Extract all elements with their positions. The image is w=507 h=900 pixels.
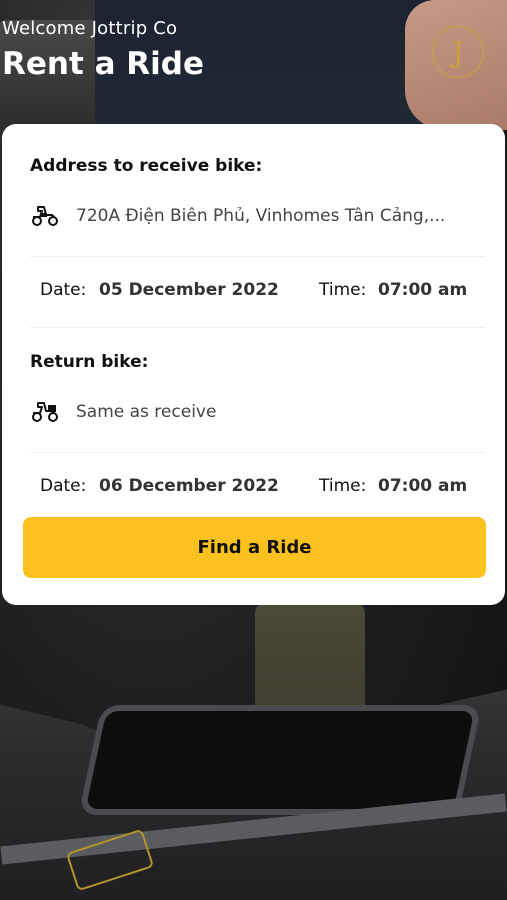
- receive-time-value[interactable]: 07:00 am: [378, 280, 467, 300]
- receive-time-label: Time:: [319, 280, 367, 300]
- return-datetime-row: Date: 06 December 2022 Time: 07:00 am: [40, 472, 480, 502]
- receive-date-label: Date:: [40, 280, 87, 300]
- return-address-field[interactable]: Same as receive: [30, 392, 485, 432]
- return-time-label: Time:: [319, 476, 367, 496]
- divider: [30, 327, 485, 328]
- return-date-value[interactable]: 06 December 2022: [99, 476, 279, 496]
- page-title: Rent a Ride: [2, 46, 204, 82]
- scooter-return-icon: [30, 400, 60, 424]
- booking-card: Address to receive bike: 720A Điện Biên …: [2, 124, 505, 605]
- receive-date-value[interactable]: 05 December 2022: [99, 280, 279, 300]
- find-ride-button[interactable]: Find a Ride: [23, 517, 486, 578]
- divider: [30, 452, 485, 453]
- return-date-label: Date:: [40, 476, 87, 496]
- return-time-value[interactable]: 07:00 am: [378, 476, 467, 496]
- brand-logo[interactable]: J: [432, 26, 484, 78]
- receive-datetime-row: Date: 05 December 2022 Time: 07:00 am: [40, 276, 480, 306]
- receive-address-text: 720A Điện Biên Phủ, Vinhomes Tân Cảng,..…: [76, 206, 446, 226]
- header: Welcome Jottrip Co Rent a Ride J: [0, 0, 507, 120]
- receive-section-label: Address to receive bike:: [30, 156, 263, 176]
- return-address-text: Same as receive: [76, 402, 217, 422]
- logo-letter: J: [452, 35, 464, 69]
- divider: [30, 256, 485, 257]
- scooter-icon: [30, 204, 60, 228]
- return-section-label: Return bike:: [30, 352, 149, 372]
- welcome-text: Welcome Jottrip Co: [2, 18, 178, 39]
- receive-address-field[interactable]: 720A Điện Biên Phủ, Vinhomes Tân Cảng,..…: [30, 196, 485, 236]
